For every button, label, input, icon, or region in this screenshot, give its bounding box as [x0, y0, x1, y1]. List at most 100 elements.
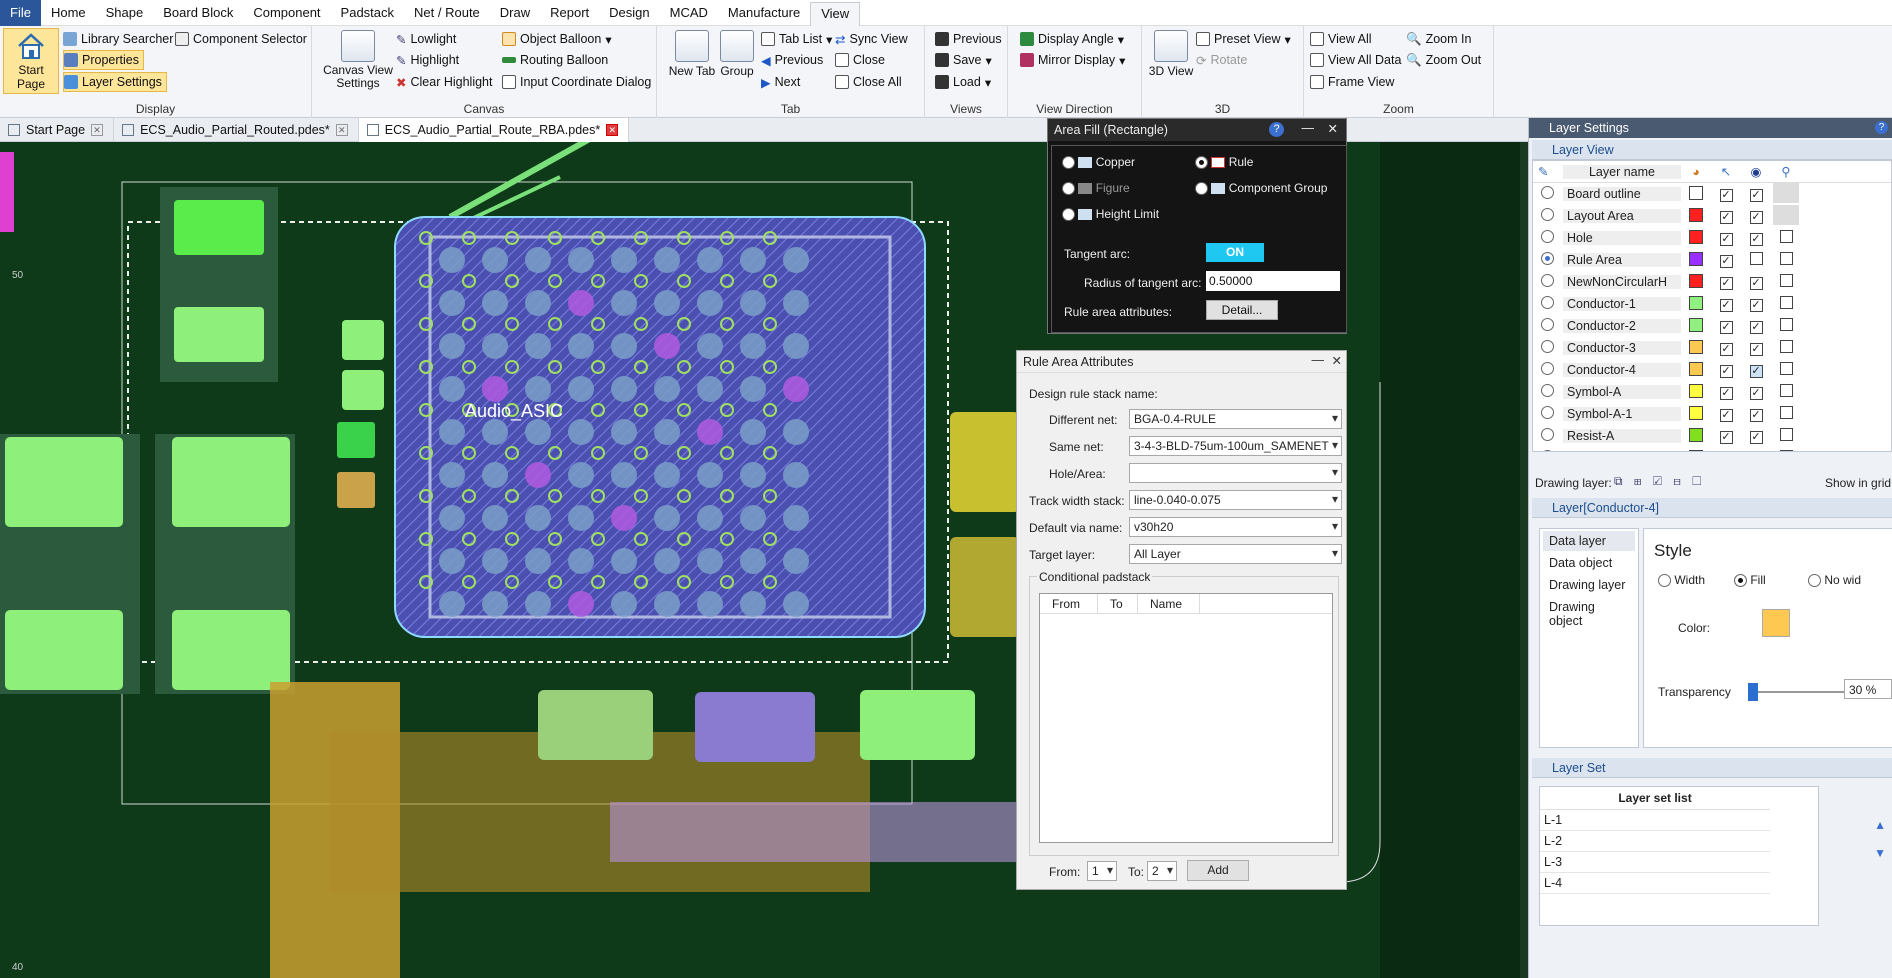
visible-checkbox[interactable]: ✓: [1741, 385, 1771, 400]
minimize-icon[interactable]: —: [1302, 121, 1315, 135]
filter-checkbox[interactable]: [1771, 384, 1801, 400]
track-width-select[interactable]: line-0.040-0.075: [1129, 490, 1342, 510]
display-angle-button[interactable]: Display Angle ▾: [1020, 29, 1124, 49]
layer-color-swatch[interactable]: [1681, 405, 1711, 423]
nav-item[interactable]: Drawing object: [1543, 597, 1635, 631]
copper-radio[interactable]: Copper: [1062, 155, 1135, 170]
selectable-checkbox[interactable]: ✓: [1711, 275, 1741, 290]
hole-area-select[interactable]: [1129, 463, 1342, 483]
help-icon[interactable]: ?: [1875, 121, 1888, 134]
close-icon[interactable]: ✕: [1332, 353, 1342, 368]
active-layer-radio[interactable]: [1533, 428, 1563, 444]
visible-checkbox[interactable]: ✓: [1741, 363, 1771, 378]
layer-color-swatch[interactable]: [1681, 427, 1711, 445]
menu-mcad[interactable]: MCAD: [660, 0, 718, 26]
active-layer-radio[interactable]: [1533, 252, 1563, 268]
no-width-radio[interactable]: No wid: [1808, 573, 1861, 588]
active-layer-radio[interactable]: [1533, 230, 1563, 246]
layer-set-item[interactable]: L-2: [1540, 831, 1770, 852]
nav-item[interactable]: Drawing layer: [1543, 575, 1635, 595]
layer-row[interactable]: Layout Area ✓ ✓: [1533, 204, 1891, 227]
menu-home[interactable]: Home: [41, 0, 96, 26]
group-button[interactable]: Group: [717, 30, 757, 78]
active-layer-radio[interactable]: [1533, 274, 1563, 290]
same-net-select[interactable]: 3-4-3-BLD-75um-100um_SAMENET: [1129, 436, 1342, 456]
layer-color-swatch[interactable]: [1681, 449, 1711, 451]
input-coordinate-button[interactable]: Input Coordinate Dialog: [502, 72, 651, 92]
rotate-button[interactable]: ⟳ Rotate: [1196, 50, 1247, 70]
start-page-button[interactable]: Start Page: [3, 28, 59, 94]
view-all-data-button[interactable]: View All Data: [1310, 50, 1401, 70]
filter-checkbox[interactable]: [1771, 450, 1801, 451]
active-layer-radio[interactable]: [1533, 362, 1563, 378]
layer-row[interactable]: MetalMask-A ✓✓: [1533, 447, 1891, 452]
menu-shape[interactable]: Shape: [96, 0, 154, 26]
from-select[interactable]: 1: [1087, 861, 1117, 881]
active-layer-radio[interactable]: [1533, 208, 1563, 224]
col-from-header[interactable]: From: [1040, 594, 1098, 613]
layer-row[interactable]: Rule Area ✓: [1533, 249, 1891, 271]
visible-checkbox[interactable]: ✓: [1741, 341, 1771, 356]
tangent-arc-toggle[interactable]: ON: [1206, 243, 1264, 262]
selectable-checkbox[interactable]: ✓: [1711, 451, 1741, 452]
selectable-checkbox[interactable]: ✓: [1711, 209, 1741, 224]
minimize-icon[interactable]: —: [1312, 353, 1325, 367]
layer-row[interactable]: Symbol-A ✓ ✓: [1533, 381, 1891, 403]
transparency-slider-thumb[interactable]: [1748, 683, 1758, 701]
filter-checkbox[interactable]: [1771, 362, 1801, 378]
properties-button[interactable]: Properties: [63, 50, 144, 70]
previous-tab-button[interactable]: ◀ Previous: [761, 50, 823, 70]
rule-radio[interactable]: Rule: [1195, 155, 1253, 170]
selectable-checkbox[interactable]: ✓: [1711, 407, 1741, 422]
views-previous-button[interactable]: Previous: [935, 29, 1002, 49]
views-save-button[interactable]: Save ▾: [935, 50, 992, 70]
layer-color-swatch[interactable]: [1681, 361, 1711, 379]
layer-row[interactable]: Conductor-2 ✓ ✓: [1533, 315, 1891, 337]
nav-item[interactable]: Data layer: [1543, 531, 1635, 551]
layer-row[interactable]: Conductor-3 ✓ ✓: [1533, 337, 1891, 359]
active-layer-radio[interactable]: [1533, 406, 1563, 422]
layer-color-swatch[interactable]: [1681, 295, 1711, 313]
layer-set-item[interactable]: L-3: [1540, 852, 1770, 873]
lowlight-button[interactable]: ✎ Lowlight: [396, 29, 456, 49]
selectable-checkbox[interactable]: ✓: [1711, 363, 1741, 378]
layer-set-item[interactable]: L-4: [1540, 873, 1770, 894]
active-layer-radio[interactable]: [1533, 340, 1563, 356]
layer-color-swatch[interactable]: [1681, 185, 1711, 203]
different-net-select[interactable]: BGA-0.4-RULE: [1129, 409, 1342, 429]
filter-checkbox[interactable]: [1771, 230, 1801, 246]
views-load-button[interactable]: Load ▾: [935, 72, 991, 92]
active-layer-radio[interactable]: [1533, 450, 1563, 451]
active-layer-radio[interactable]: [1533, 384, 1563, 400]
close-all-button[interactable]: Close All: [835, 72, 902, 92]
frame-view-button[interactable]: Frame View: [1310, 72, 1394, 92]
filter-checkbox[interactable]: [1771, 428, 1801, 444]
menu-file[interactable]: File: [0, 0, 41, 26]
menu-component[interactable]: Component: [243, 0, 330, 26]
drawing-layer-icons[interactable]: ⧉ ⊞ ☑ ⊟ ☐: [1614, 474, 1705, 489]
filter-checkbox[interactable]: [1771, 340, 1801, 356]
visible-checkbox[interactable]: ✓: [1741, 231, 1771, 246]
next-tab-button[interactable]: ▶ Next: [761, 72, 800, 92]
color-swatch[interactable]: [1762, 609, 1790, 637]
visible-checkbox[interactable]: ✓: [1741, 209, 1771, 224]
filter-checkbox[interactable]: [1771, 252, 1801, 268]
selectable-checkbox[interactable]: ✓: [1711, 253, 1741, 268]
zoom-out-button[interactable]: 🔍 Zoom Out: [1406, 50, 1481, 70]
new-tab-button[interactable]: New Tab: [667, 30, 717, 78]
close-icon[interactable]: ✕: [91, 124, 104, 136]
menu-view[interactable]: View: [810, 1, 861, 26]
col-name-header[interactable]: Name: [1138, 594, 1200, 613]
active-layer-radio[interactable]: [1533, 318, 1563, 334]
menu-padstack[interactable]: Padstack: [331, 0, 404, 26]
scroll-up-icon[interactable]: ▲: [1874, 818, 1886, 832]
filter-checkbox[interactable]: [1771, 406, 1801, 422]
component-group-radio[interactable]: Component Group: [1195, 181, 1327, 196]
menu-manufacture[interactable]: Manufacture: [718, 0, 810, 26]
fill-radio[interactable]: Fill: [1734, 573, 1766, 588]
layer-row[interactable]: Hole ✓ ✓: [1533, 227, 1891, 249]
close-icon[interactable]: ✕: [606, 124, 619, 136]
visible-checkbox[interactable]: ✓: [1741, 407, 1771, 422]
mirror-display-button[interactable]: Mirror Display ▾: [1020, 50, 1125, 70]
scroll-down-icon[interactable]: ▼: [1874, 846, 1886, 860]
